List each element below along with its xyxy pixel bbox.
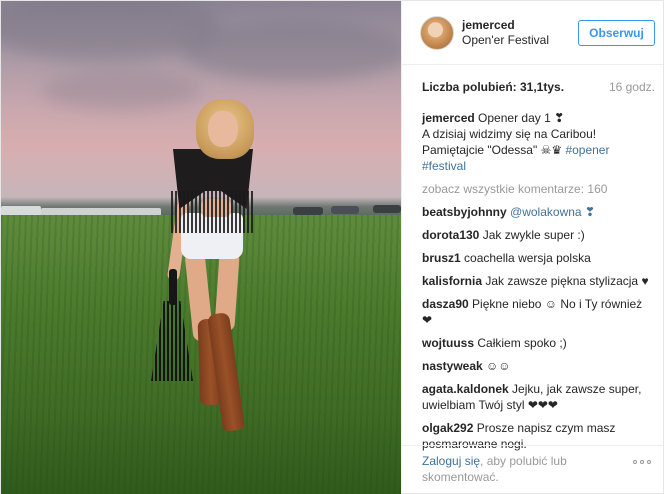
comment-username[interactable]: dasza90 (422, 297, 469, 311)
hashtag-link[interactable]: #festival (422, 159, 466, 173)
post-photo[interactable] (1, 1, 401, 494)
comment: beatsbyjohnny @wolakowna ❣ (422, 204, 655, 220)
caption-text-line3: Pamiętajcie "Odessa" ☠︎♛ (422, 143, 563, 157)
post-header: jemerced Open'er Festival Obserwuj (402, 1, 663, 65)
comment-text: ☺☺ (486, 359, 511, 373)
face (208, 111, 238, 147)
comment-text: Jak zawsze piękna stylizacja ♥ (485, 274, 649, 288)
car (331, 206, 359, 214)
comment-username[interactable]: kalisfornia (422, 274, 482, 288)
instagram-post: jemerced Open'er Festival Obserwuj Liczb… (0, 0, 664, 494)
username-link[interactable]: jemerced (462, 18, 578, 33)
login-prompt: Zaloguj się, aby polubić lub skomentować… (422, 453, 612, 494)
comment-text: Jak zwykle super :) (482, 228, 585, 242)
post-time[interactable]: 16 godz. (609, 80, 655, 94)
likes-row: Liczba polubień: 31,1tys. 16 godz. (422, 80, 655, 94)
comment-username[interactable]: olgak292 (422, 421, 473, 435)
comment-username[interactable]: wojtuuss (422, 336, 474, 350)
car (293, 207, 323, 215)
comment-username[interactable]: agata.kaldonek (422, 382, 509, 396)
comment-username[interactable]: beatsbyjohnny (422, 205, 507, 219)
hashtag-link[interactable]: #opener (565, 143, 609, 157)
comment-text[interactable]: @wolakowna ❣ (510, 205, 595, 219)
cloud (41, 71, 201, 111)
bag-strap (169, 269, 177, 305)
likes-count[interactable]: Liczba polubień: 31,1tys. (422, 80, 564, 94)
comment: kalisfornia Jak zawsze piękna stylizacja… (422, 273, 655, 289)
more-options-icon[interactable] (633, 457, 655, 467)
comment: nastyweak ☺☺ (422, 358, 655, 374)
caption-text-line2: A dzisiaj widzimy się na Caribou! (422, 127, 597, 141)
comment-username[interactable]: brusz1 (422, 251, 461, 265)
comment-text: Całkiem spoko ;) (477, 336, 567, 350)
cloud (181, 21, 401, 81)
comment: brusz1 coachella wersja polska (422, 250, 655, 266)
caption: jemerced Opener day 1 ❣ A dzisiaj widzim… (422, 110, 655, 174)
user-meta: jemerced Open'er Festival (462, 18, 578, 48)
login-link[interactable]: Zaloguj się (422, 454, 480, 468)
post-footer: Zaloguj się, aby polubić lub skomentować… (402, 445, 663, 494)
car (373, 205, 401, 213)
view-all-comments-link[interactable]: zobacz wszystkie komentarze: 160 (422, 181, 655, 197)
comment-username[interactable]: dorota130 (422, 228, 479, 242)
comment-text: coachella wersja polska (464, 251, 591, 265)
comments-list: jemerced Opener day 1 ❣ A dzisiaj widzim… (422, 110, 655, 459)
comment: dorota130 Jak zwykle super :) (422, 227, 655, 243)
comment: wojtuuss Całkiem spoko ;) (422, 335, 655, 351)
post-sidebar: jemerced Open'er Festival Obserwuj Liczb… (401, 1, 663, 494)
avatar[interactable] (420, 15, 454, 50)
follow-button[interactable]: Obserwuj (578, 19, 655, 46)
caption-username[interactable]: jemerced (422, 111, 475, 125)
comment: agata.kaldonek Jejku, jak zawsze super, … (422, 381, 655, 413)
comment: dasza90 Piękne niebo ☺ No i Ty również ❤ (422, 296, 655, 328)
location-link[interactable]: Open'er Festival (462, 33, 578, 48)
comment-username[interactable]: nastyweak (422, 359, 483, 373)
top-fringe (171, 191, 255, 233)
caption-text-line1: Opener day 1 ❣ (478, 111, 565, 125)
